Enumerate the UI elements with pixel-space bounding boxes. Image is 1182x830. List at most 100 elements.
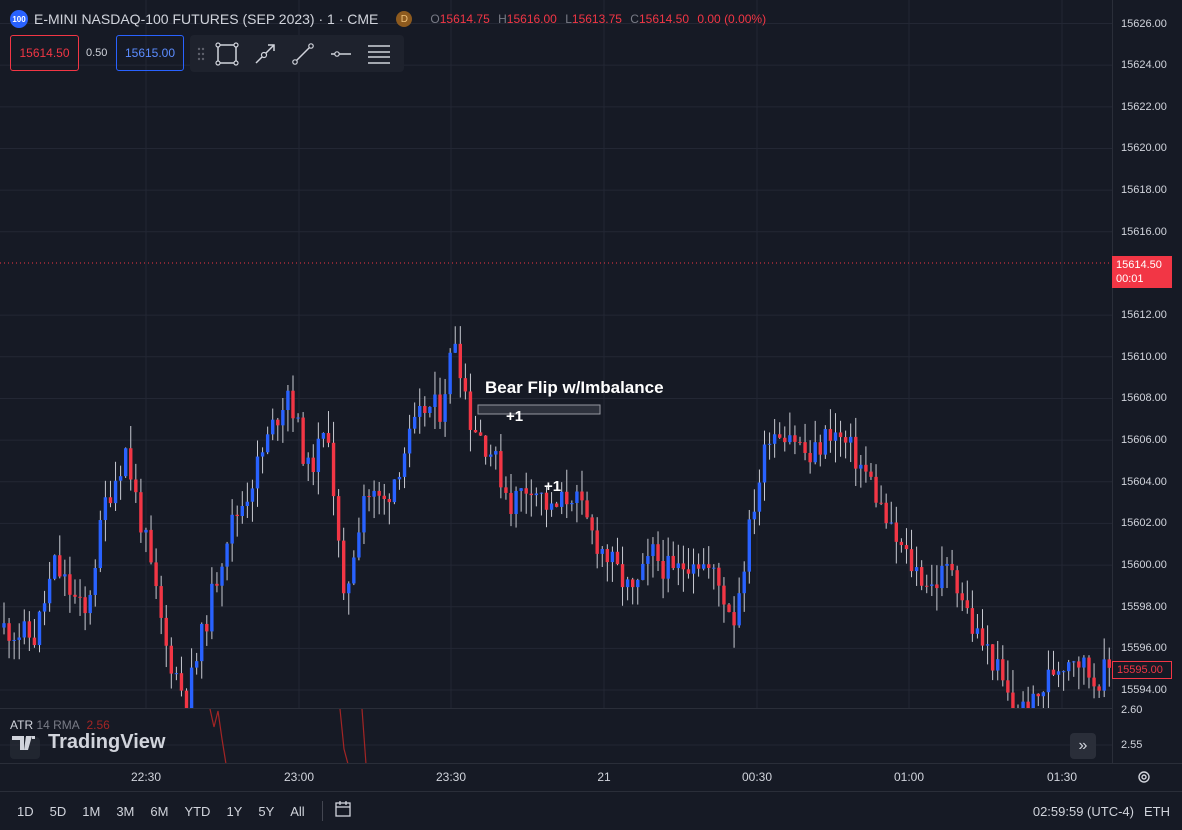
chart-settings-gear-icon[interactable] [1136,769,1152,790]
candle-body [570,502,574,505]
candle-body [615,551,620,565]
candle-body [985,644,990,646]
more-lines-icon[interactable] [362,39,396,69]
candle-body [281,410,285,426]
candle-body [661,561,665,579]
candle-body [752,511,757,520]
close-label: C [630,12,639,26]
range-button-1d[interactable]: 1D [14,804,37,819]
candle-body [762,444,767,483]
price-chart-pane[interactable]: 100 E-MINI NASDAQ-100 FUTURES (SEP 2023)… [0,0,1112,708]
horizontal-ray-icon[interactable] [324,39,358,69]
price-tick-label: 15606.00 [1121,434,1167,447]
buy-button[interactable]: 15615.00 [116,35,184,71]
candle-body [712,567,716,569]
candle-body [499,451,503,488]
range-button-all[interactable]: All [287,804,307,819]
time-tick-label: 01:00 [893,770,925,784]
candle-body [965,600,969,609]
candle-body [595,530,599,554]
candle-body [935,584,939,589]
candle-body [960,593,964,601]
atr-canvas [0,709,1112,763]
candle-body [899,541,904,546]
range-button-1m[interactable]: 1M [79,804,103,819]
range-button-6m[interactable]: 6M [147,804,171,819]
line-icon[interactable] [286,39,320,69]
candle-body [169,645,174,674]
candle-body [585,500,589,518]
delayed-data-badge[interactable]: D [396,11,413,27]
candle-body [1011,692,1015,708]
candle-body [220,566,224,586]
candle-body [473,429,478,433]
trend-line-arrow-icon[interactable] [248,39,282,69]
candle-body [757,482,762,512]
sell-button[interactable]: 15614.50 [10,35,79,71]
candle-body [265,434,270,453]
atr-legend[interactable]: ATR 14 RMA 2.56 [10,718,110,732]
candle-body [255,456,260,489]
candle-body [1001,659,1005,681]
current-price-tag: 15614.50 00:01 [1112,256,1172,288]
imbalance-rectangle[interactable] [477,404,601,415]
candle-body [326,433,331,443]
candle-body [367,496,371,498]
candle-body [463,378,468,392]
time-axis[interactable]: 22:30 23:00 23:30 21 00:30 01:00 01:30 [0,763,1182,791]
tradingview-logo[interactable]: TradingView [12,731,165,754]
candle-body [549,503,554,510]
candle-body [164,617,168,646]
candle-body [1072,661,1076,663]
price-chart-canvas[interactable] [0,0,1112,708]
candle-body [696,564,701,569]
price-axis[interactable]: 15626.00 15624.00 15622.00 15620.00 15618.00… [1112,0,1182,763]
symbol-logo-icon[interactable]: 100 [10,10,28,28]
candle-body [945,563,949,566]
time-tick-label: 21 [597,770,611,784]
range-button-3m[interactable]: 3M [113,804,137,819]
candle-body [123,448,128,477]
candle-body [1067,662,1071,672]
candle-body [980,628,985,646]
candle-body [813,442,817,463]
range-button-5d[interactable]: 5D [47,804,70,819]
candle-body [788,435,792,443]
candle-body [940,565,944,589]
symbol-title[interactable]: E-MINI NASDAQ-100 FUTURES (SEP 2023) · 1… [34,11,378,27]
time-tick-label: 01:30 [1046,770,1078,784]
candle-body [625,579,630,588]
candle-body [884,502,888,524]
rectangle-icon[interactable] [210,39,244,69]
clock-timezone[interactable]: 02:59:59 (UTC-4) [1033,804,1134,819]
candle-body [245,501,250,507]
range-button-ytd[interactable]: YTD [181,804,213,819]
candle-body [458,343,462,379]
goto-date-icon[interactable] [333,800,353,823]
scroll-to-realtime-button[interactable]: » [1070,733,1096,759]
bar-countdown: 00:01 [1116,273,1144,285]
candle-body [194,661,199,668]
indicator-pane[interactable]: ATR 14 RMA 2.56 TradingView » [0,708,1112,763]
current-price-value: 15614.50 [1116,259,1162,271]
price-tick-label: 15598.00 [1121,600,1167,613]
candle-body [798,441,802,443]
candle-body [580,491,584,501]
candle-body [651,544,655,557]
order-price-tag[interactable]: 15595.00 [1112,661,1172,679]
range-button-5y[interactable]: 5Y [255,804,277,819]
time-tick-label: 00:30 [741,770,773,784]
price-tick-label: 15622.00 [1121,100,1167,113]
drag-handle-icon[interactable] [196,44,206,64]
candle-body [139,492,143,533]
annotation-label[interactable]: Bear Flip w/Imbalance [485,378,664,398]
range-button-1y[interactable]: 1Y [223,804,245,819]
candle-body [83,597,87,614]
candle-body [904,545,909,550]
candle-body [524,488,528,494]
candle-body [306,457,310,464]
session-toggle[interactable]: ETH [1144,804,1170,819]
candle-body [818,442,822,455]
candle-body [717,567,721,586]
candle-body [737,593,741,626]
